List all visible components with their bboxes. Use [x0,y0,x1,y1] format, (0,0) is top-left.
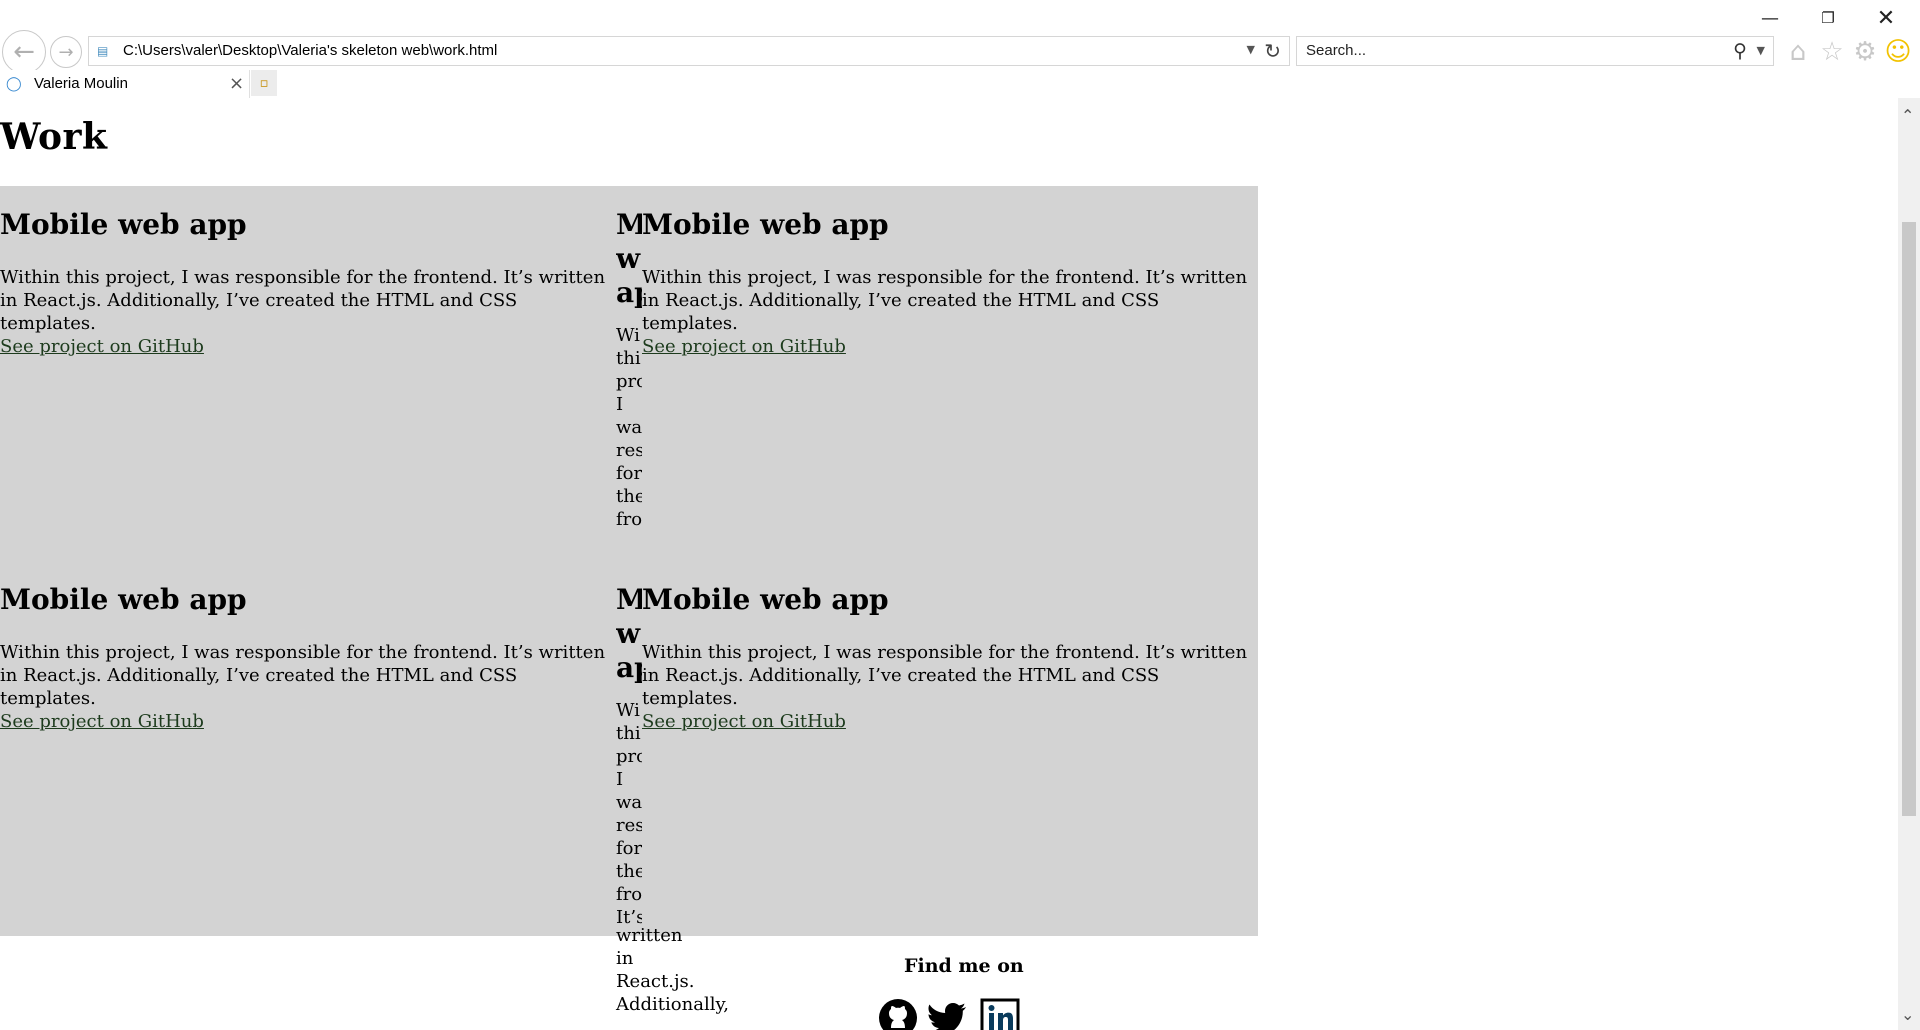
scroll-up-icon[interactable]: ⌃ [1901,106,1914,125]
page-viewport: Work Mobile web app Within this project,… [0,98,1898,1030]
project-title: Mobile web app [0,583,247,616]
project-card: Mobile web app Within this project, I wa… [0,186,620,556]
smiley-icon[interactable]: ☺ [1884,37,1912,67]
github-link[interactable]: See project on GitHub [0,711,204,732]
work-section: Mobile web app Within this project, I wa… [0,186,1258,936]
project-description: Within this project, I was responsible f… [642,642,1248,709]
project-card: Mobile web app Within this project, I wa… [0,561,620,931]
browser-chrome: ← → ▤ C:\Users\valer\Desktop\Valeria's s… [0,0,1920,98]
linkedin-icon[interactable] [980,998,1020,1030]
address-bar[interactable]: ▤ C:\Users\valer\Desktop\Valeria's skele… [88,36,1290,66]
gear-icon[interactable]: ⚙ [1851,37,1879,67]
twitter-icon[interactable] [928,998,968,1030]
vertical-scrollbar[interactable]: ⌃ ⌄ [1898,98,1920,1030]
search-dropdown-icon[interactable]: ▼ [1757,44,1765,57]
github-link[interactable]: See project on GitHub [642,336,846,357]
project-card: Mobile web app Within this project, I wa… [642,561,1262,931]
restore-button[interactable]: ❐ [1804,4,1852,32]
back-button[interactable]: ← [2,30,46,74]
back-arrow-icon: ← [13,37,35,67]
address-text[interactable]: C:\Users\valer\Desktop\Valeria's skeleto… [123,42,497,59]
overflow-text: Wi thi pro I wa res for the fro It’s [616,325,642,530]
project-title: Mobile web app [642,208,889,241]
refresh-icon[interactable]: ↻ [1264,39,1281,63]
forward-arrow-icon: → [58,41,74,63]
scroll-down-icon[interactable]: ⌄ [1901,1005,1914,1024]
address-dropdown-icon[interactable]: ▼ [1247,43,1255,56]
overflow-column: M w ap Wi thi pro I wa res for the fro I… [616,583,642,936]
project-title: Mobile web app [0,208,247,241]
close-window-button[interactable]: ✕ [1862,4,1910,32]
ie-favicon-icon: ◯ [6,76,22,92]
search-bar[interactable]: Search... ⚲ ▼ [1296,36,1774,66]
star-icon[interactable]: ☆ [1818,37,1846,67]
overflow-title: M w ap [616,208,642,309]
home-icon[interactable]: ⌂ [1784,37,1812,67]
project-description: Within this project, I was responsible f… [0,267,606,334]
new-tab-icon: ▫ [259,75,269,91]
overflow-column: M w ap Wi thi pro I wa res for the fro I… [616,208,642,530]
search-icon[interactable]: ⚲ [1733,40,1747,62]
overflow-text: Wi thi pro I wa res for the fro It’s [616,700,642,928]
new-tab-button[interactable]: ▫ [251,70,277,96]
project-card: Mobile web app Within this project, I wa… [642,186,1262,556]
github-icon[interactable] [878,998,918,1030]
browser-tab[interactable]: ◯ Valeria Moulin × [0,70,250,98]
search-input[interactable]: Search... [1306,42,1366,59]
project-title: Mobile web app [642,583,889,616]
overflow-title: M w ap [616,583,642,684]
github-link[interactable]: See project on GitHub [0,336,204,357]
scroll-thumb[interactable] [1902,222,1916,816]
page-title: Work [0,116,108,158]
overflow-tail-text: written in React.js. Additionally, [616,925,729,1015]
project-description: Within this project, I was responsible f… [0,642,606,709]
page-icon: ▤ [97,44,109,58]
minimize-button[interactable]: — [1746,4,1794,32]
project-description: Within this project, I was responsible f… [642,267,1248,334]
tab-title: Valeria Moulin [34,75,128,92]
forward-button[interactable]: → [50,36,82,68]
tab-close-icon[interactable]: × [229,73,244,94]
github-link[interactable]: See project on GitHub [642,711,846,732]
footer-label: Find me on [904,955,1024,977]
